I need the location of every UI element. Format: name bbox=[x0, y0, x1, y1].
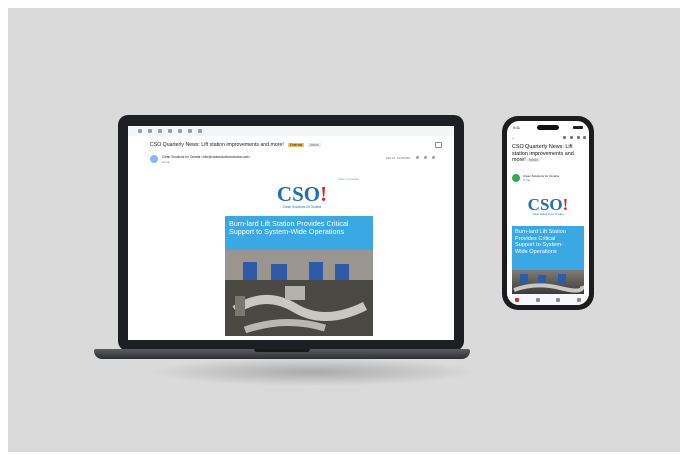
newsletter-content: Burn-lard Lift Station Provides Critical… bbox=[225, 216, 373, 336]
phone-logo-mark: ! bbox=[562, 195, 569, 214]
phone-photo-illustration bbox=[513, 274, 584, 293]
phone-logo-text: CSO bbox=[527, 195, 563, 214]
print-icon[interactable] bbox=[435, 142, 442, 148]
sender-name[interactable]: Clean Solutions for Omaha <info@cleansol… bbox=[162, 155, 250, 159]
phone-recipient-label[interactable]: to me bbox=[523, 178, 530, 182]
phone-dynamic-island bbox=[537, 125, 559, 130]
inbox-label[interactable]: Inbox bbox=[308, 143, 321, 147]
phone-sender-avatar bbox=[512, 174, 520, 182]
phone-inbox-label[interactable]: Inbox bbox=[527, 158, 541, 163]
logo-text: CSO bbox=[276, 182, 321, 206]
phone-bottom-nav bbox=[507, 294, 589, 305]
reply-icon[interactable] bbox=[424, 156, 427, 159]
lift-station-photo-illustration bbox=[225, 250, 373, 336]
phone-clock: 9:41 bbox=[513, 126, 520, 130]
mark-unread-icon[interactable] bbox=[178, 129, 182, 133]
chat-tab-icon[interactable] bbox=[535, 297, 540, 302]
snooze-icon[interactable] bbox=[188, 129, 192, 133]
product-mockup-scene: CSO Quarterly News: Lift station improve… bbox=[8, 8, 680, 452]
more-icon[interactable] bbox=[198, 129, 202, 133]
newsletter-headline: Burn-lard Lift Station Provides Critical… bbox=[229, 219, 349, 237]
sender-row: Clean Solutions for Omaha <info@cleansol… bbox=[150, 155, 440, 165]
email-toolbar bbox=[128, 126, 454, 136]
phone-subject-text: CSO Quarterly News: Lift station improve… bbox=[512, 144, 574, 164]
laptop-screen: CSO Quarterly News: Lift station improve… bbox=[128, 126, 454, 340]
subject-row: CSO Quarterly News: Lift station improve… bbox=[150, 140, 440, 150]
star-icon[interactable] bbox=[416, 156, 419, 159]
phone-email-subject: CSO Quarterly News: Lift station improve… bbox=[512, 144, 576, 164]
more-icon[interactable] bbox=[583, 136, 586, 139]
back-arrow-icon[interactable] bbox=[138, 129, 142, 133]
phone-screen: 9:41 ← CSO Quarterly News: Lift station … bbox=[507, 121, 589, 305]
phone-sender-row: Clean Solutions for Omaha to me bbox=[512, 174, 586, 184]
laptop-opening-notch bbox=[254, 349, 310, 352]
delete-icon[interactable] bbox=[168, 129, 172, 133]
email-body-pane: CSO Quarterly News: Lift station improve… bbox=[128, 136, 454, 340]
headline-banner: Burn-lard Lift Station Provides Critical… bbox=[225, 216, 373, 250]
meet-tab-icon[interactable] bbox=[556, 297, 561, 302]
phone-newsletter-headline: Burn-lard Lift Station Provides Critical… bbox=[515, 229, 566, 255]
email-subject: CSO Quarterly News: Lift station improve… bbox=[150, 142, 284, 148]
phone-lift-station-photo bbox=[512, 270, 584, 294]
email-date: Feb 27, 10:00 AM bbox=[386, 156, 410, 160]
laptop-shadow bbox=[148, 358, 478, 386]
phone-headline-banner: Burn-lard Lift Station Provides Critical… bbox=[512, 226, 584, 270]
delete-icon[interactable] bbox=[570, 136, 573, 139]
recipient-label[interactable]: to me bbox=[162, 160, 170, 164]
back-arrow-icon[interactable]: ← bbox=[511, 135, 516, 141]
lift-station-photo bbox=[225, 250, 373, 336]
email-client-window: CSO Quarterly News: Lift station improve… bbox=[128, 126, 454, 340]
phone-cso-logo: CSO! Clean Solutions for Omaha bbox=[525, 195, 571, 216]
cso-logo: CSO! Clean Solutions for Omaha bbox=[274, 184, 330, 212]
phone-email-toolbar: ← bbox=[511, 135, 586, 141]
view-in-browser-link[interactable]: View in browser bbox=[338, 177, 359, 181]
external-label[interactable]: External bbox=[287, 143, 305, 147]
logo-mark: ! bbox=[320, 182, 328, 206]
report-spam-icon[interactable] bbox=[158, 129, 162, 133]
more-options-icon[interactable] bbox=[432, 156, 435, 159]
battery-icon bbox=[573, 126, 583, 129]
spaces-tab-icon[interactable] bbox=[576, 297, 581, 302]
archive-icon[interactable] bbox=[148, 129, 152, 133]
mail-tab-icon[interactable] bbox=[515, 297, 520, 302]
archive-icon[interactable] bbox=[563, 136, 566, 139]
sender-avatar bbox=[150, 155, 158, 163]
mail-icon[interactable] bbox=[577, 136, 580, 139]
